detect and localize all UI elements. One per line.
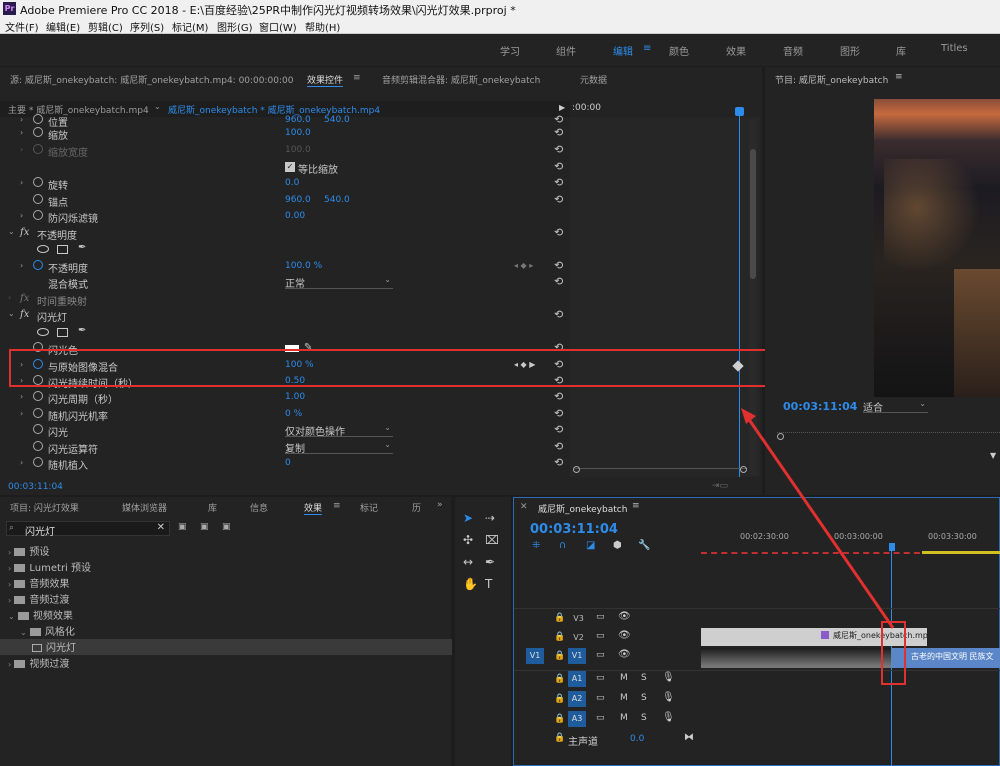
annotation-arrow bbox=[741, 408, 895, 629]
